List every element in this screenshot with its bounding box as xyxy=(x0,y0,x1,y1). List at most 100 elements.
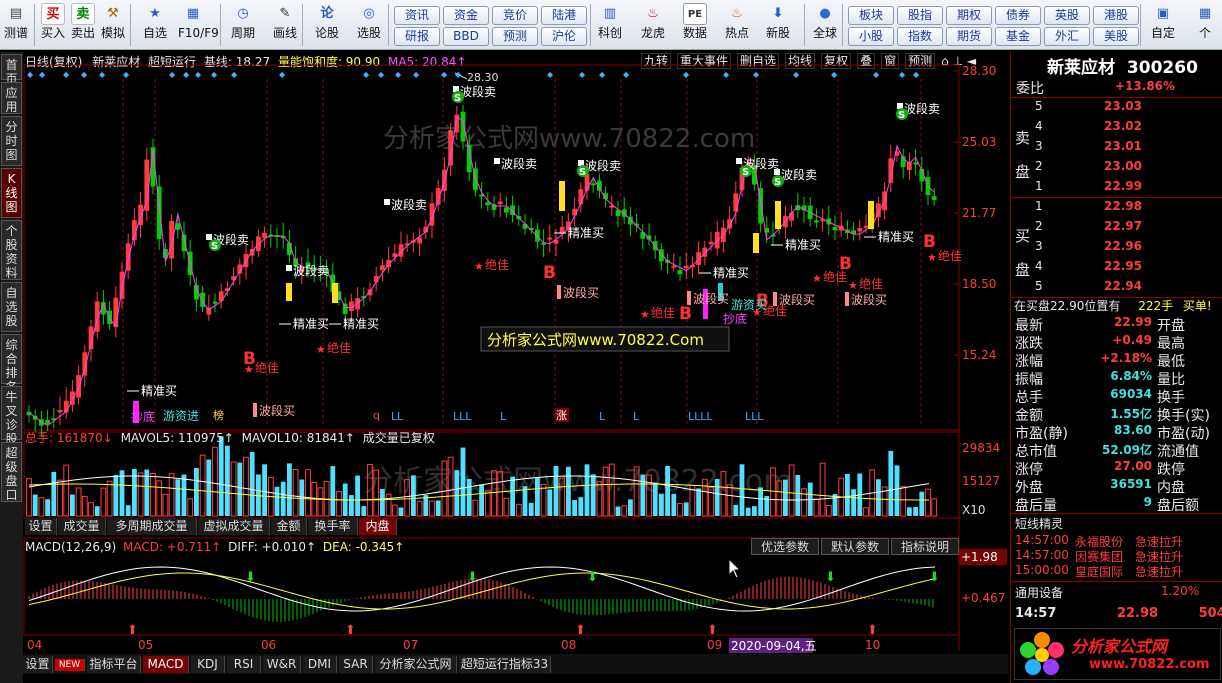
forum-button[interactable]: 论论股 xyxy=(312,2,342,48)
bottom-tab[interactable]: 指标平台 xyxy=(87,656,141,673)
toolbar-grid-button[interactable]: BBD xyxy=(443,27,489,46)
sub-tab[interactable]: 内盘 xyxy=(359,518,397,535)
toolbar-grid-button[interactable]: 小股 xyxy=(848,27,894,46)
new-stock-button[interactable]: ⬇ 新股 xyxy=(763,2,793,48)
macd-param-button[interactable]: 指标说明 xyxy=(891,538,959,555)
bottom-tab[interactable]: DMI xyxy=(303,656,337,673)
toolbar-grid-button[interactable]: 资讯 xyxy=(394,6,440,25)
left-tab-7[interactable]: 牛叉诊股 xyxy=(1,386,22,446)
svg-text:S: S xyxy=(579,167,586,178)
bottom-tab[interactable]: NEW xyxy=(55,659,85,671)
star-button[interactable]: ★ 自选 xyxy=(140,2,170,48)
toolbar-grid-button[interactable]: 板块 xyxy=(848,6,894,25)
candle-body xyxy=(249,248,255,256)
chart-spectrum-button[interactable]: ▤ 测谱 xyxy=(1,2,31,48)
more-button[interactable]: ▦ 个 xyxy=(1190,2,1220,48)
quote-panel: 新莱应材 300260 委比 +13.86% 卖盘 买盘 在买盘22.90位置有… xyxy=(1010,51,1222,683)
sci-board-button[interactable]: ▥ 科创 xyxy=(595,2,625,48)
toolbar-grid-button[interactable]: 预测 xyxy=(492,27,538,46)
toolbar-grid-button[interactable]: 港股 xyxy=(1093,6,1139,25)
asks-price[interactable]: 23.01 xyxy=(1104,139,1142,153)
bottom-tab[interactable]: 分析家公式网 xyxy=(375,656,457,673)
volume-bar xyxy=(262,464,267,516)
volume-bar xyxy=(249,451,255,516)
toolbar-grid-button[interactable]: 美股 xyxy=(1093,27,1139,46)
sub-tab[interactable]: 金额 xyxy=(271,518,307,535)
volume-bar xyxy=(584,464,590,516)
left-tab-1[interactable]: 应用 xyxy=(1,82,22,114)
toolbar-grid-button[interactable]: 指数 xyxy=(897,27,943,46)
left-tab-6[interactable]: 综合排名 xyxy=(1,334,22,394)
bottom-tab[interactable]: 设置 xyxy=(23,656,53,673)
toolbar-grid-button[interactable]: 期货 xyxy=(946,27,992,46)
buy-button[interactable]: 买买入 xyxy=(38,2,68,48)
toolbar-grid-button[interactable]: 资金 xyxy=(443,6,489,25)
sub-tab[interactable]: 设置 xyxy=(25,518,57,535)
stock-pick-button[interactable]: ◎ 选股 xyxy=(354,2,384,48)
bids-price[interactable]: 22.97 xyxy=(1104,219,1142,233)
elf-stock[interactable]: 皇庭国际 xyxy=(1075,563,1123,580)
macd-param-button[interactable]: 优选参数 xyxy=(751,538,819,555)
toolbar-grid-button[interactable]: 股指 xyxy=(897,6,943,25)
asks-price[interactable]: 22.99 xyxy=(1104,179,1142,193)
toolbar-grid-button[interactable]: 陆港 xyxy=(541,6,587,25)
bottom-tab[interactable]: 超短运行指标33 xyxy=(459,656,551,673)
star-icon: ★ xyxy=(474,260,484,273)
asks-price[interactable]: 23.00 xyxy=(1104,159,1142,173)
candle-body xyxy=(57,410,63,413)
sell-button[interactable]: 卖卖出 xyxy=(68,2,98,48)
macd-param-button[interactable]: 默认参数 xyxy=(821,538,889,555)
sub-tab[interactable]: 换手率 xyxy=(308,518,358,535)
left-tab-8[interactable]: 超级盘口 xyxy=(1,442,22,502)
toolbar-grid-button[interactable]: 研报 xyxy=(394,27,440,46)
brand-banner[interactable]: 分析家公式网 www.70822.com xyxy=(1014,628,1221,680)
pen-button[interactable]: ✎ 画线 xyxy=(270,2,300,48)
bottom-tab[interactable]: SAR xyxy=(339,656,373,673)
sub-tab[interactable]: 虚拟成交量 xyxy=(198,518,270,535)
toolbar-grid-button[interactable]: 基金 xyxy=(995,27,1041,46)
best-label: 绝佳 xyxy=(651,305,675,320)
clock-button[interactable]: ◷ 周期 xyxy=(228,2,258,48)
bids-price[interactable]: 22.95 xyxy=(1104,259,1142,273)
bottom-tab[interactable]: W&R xyxy=(263,656,301,673)
bottom-tab[interactable]: KDJ xyxy=(191,656,225,673)
globe-button[interactable]: ● 全球 xyxy=(810,2,840,48)
svg-text:S: S xyxy=(211,241,218,252)
f10-button[interactable]: ▦ F10/F9 xyxy=(178,2,219,48)
chart-area[interactable]: 日线(复权) 新莱应材 超短运行 基线: 18.27 量能饱和度: 90.90 … xyxy=(23,51,1008,683)
toolbar-grid-button[interactable]: 外汇 xyxy=(1044,27,1090,46)
hammer-button[interactable]: ⚒ 模拟 xyxy=(98,2,128,48)
main-toolbar: ▤ 测谱买买入卖卖出 ⚒ 模拟 ★ 自选 ▦ F10/F9 ◷ 周期 ✎ 画线 论论股 ◎ 选股 ▥ 科创 ♨ 龙虎… xyxy=(0,0,1222,50)
volume-bar xyxy=(330,466,336,516)
weibi-label: 委比 xyxy=(1016,81,1044,97)
volume-bar xyxy=(758,487,763,516)
toolbar-grid-button[interactable]: 竞价 xyxy=(492,6,538,25)
toolbar-grid-button[interactable]: 沪伦 xyxy=(541,27,587,46)
volume-bar xyxy=(640,474,646,516)
left-tab-0[interactable]: 首页 xyxy=(1,54,22,86)
toolbar-grid-button[interactable]: 债券 xyxy=(995,6,1041,25)
bids-price[interactable]: 22.94 xyxy=(1104,279,1142,293)
dragon-tiger-button[interactable]: ♨ 龙虎 xyxy=(638,2,668,48)
left-tab-5[interactable]: 自选股 xyxy=(1,282,22,332)
pe-data-button[interactable]: PE 数据 xyxy=(680,2,710,48)
left-tab-2[interactable]: 分时图 xyxy=(1,116,22,166)
toolbar-grid-button[interactable]: 期权 xyxy=(946,6,992,25)
sub-tab[interactable]: 成交量 xyxy=(58,518,106,535)
hot-button[interactable]: ♨ 热点 xyxy=(722,2,752,48)
asks-price[interactable]: 23.02 xyxy=(1104,119,1142,133)
toolbar-grid-button[interactable]: 英股 xyxy=(1044,6,1090,25)
sub-tab[interactable]: 多周期成交量 xyxy=(107,518,197,535)
bids-price[interactable]: 22.98 xyxy=(1104,199,1142,213)
wave-sell-label: 波段卖 xyxy=(501,156,537,171)
bottom-tab[interactable]: MACD xyxy=(143,656,189,673)
bids-price[interactable]: 22.96 xyxy=(1104,239,1142,253)
kline-chart-svg[interactable]: 28.30 25.03 21.77 18.50 15.24 分析家公式网www.70822… xyxy=(23,51,1008,683)
bottom-tab[interactable]: RSI xyxy=(227,656,261,673)
customize-button[interactable]: ▣ 自定 xyxy=(1148,2,1178,48)
left-tab-3[interactable]: K线图 xyxy=(1,168,22,218)
volume-bar xyxy=(225,445,230,516)
asks-price[interactable]: 23.03 xyxy=(1104,99,1142,113)
left-tab-4[interactable]: 个股资料 xyxy=(1,220,22,280)
mavol10-value: MAVOL10: 81841↑ xyxy=(241,431,355,445)
